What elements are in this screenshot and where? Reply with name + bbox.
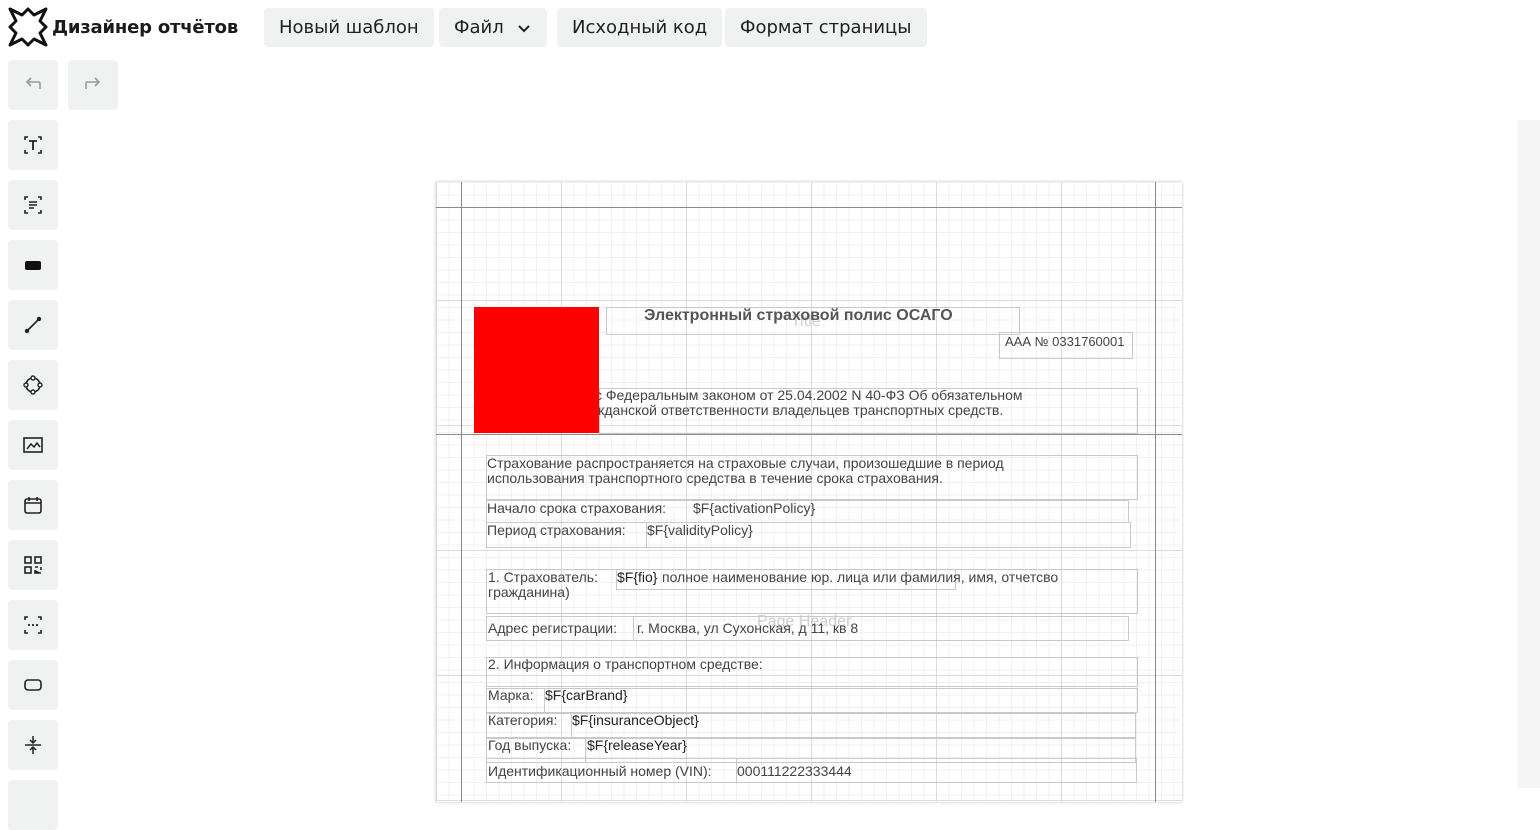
category-label: Категория: <box>488 712 558 728</box>
law-text-line1: с Федеральным законом от 25.04.2002 N 40… <box>595 387 1023 403</box>
year-label: Год выпуска: <box>488 737 572 753</box>
text-tool-button[interactable] <box>8 120 58 170</box>
policy-number: ААА № 0331760001 <box>1005 334 1125 349</box>
vin-value: 000111222333444 <box>737 763 852 779</box>
date-icon <box>24 497 42 514</box>
brand-label: Марка: <box>488 687 534 703</box>
app-title: Дизайнер отчётов <box>52 16 239 38</box>
source-code-button[interactable]: Исходный код <box>557 8 723 47</box>
insurer-hint: полное наименование юр. лица или фамилия… <box>662 569 1059 585</box>
insurer-value: $F{fio} <box>617 569 658 585</box>
address-label: Адрес регистрации: <box>488 620 618 636</box>
brand-value: $F{carBrand} <box>545 687 628 703</box>
undo-icon <box>25 77 41 89</box>
page-format-button[interactable]: Формат страницы <box>725 8 927 47</box>
shape-tool-button[interactable] <box>8 360 58 410</box>
file-menu-button[interactable]: Файл <box>439 8 547 47</box>
vin-label: Идентификационный номер (VIN): <box>488 763 712 779</box>
rectangle-icon <box>25 261 41 270</box>
law-text-line2: жданской ответственности владельцев тран… <box>595 402 1004 418</box>
file-menu-label: Файл <box>454 17 504 38</box>
qr-code-icon <box>24 556 42 574</box>
new-template-button[interactable]: Новый шаблон <box>264 8 434 47</box>
frame-icon <box>24 679 42 691</box>
insurer-label: 1. Страхователь: <box>488 569 598 585</box>
barcode-tool-button[interactable] <box>8 600 58 650</box>
coverage-line1: Страхование распространяется на страховы… <box>487 455 1004 471</box>
spacing-icon <box>25 736 41 754</box>
category-value: $F{insuranceObject} <box>572 712 699 728</box>
canvas-scrollbar[interactable] <box>1518 120 1540 788</box>
text-block-tool-button[interactable] <box>8 180 58 230</box>
image-icon <box>23 437 43 453</box>
policy-title: Электронный страховой полис ОСАГО <box>644 307 953 324</box>
barcode-icon <box>24 616 42 634</box>
image-tool-button[interactable] <box>8 420 58 470</box>
period-value: $F{validityPolicy} <box>647 522 753 538</box>
band-separator <box>436 434 1182 435</box>
address-value: г. Москва, ул Сухонская, д 11, кв 8 <box>637 620 859 636</box>
date-tool-button[interactable] <box>8 480 58 530</box>
brand-value-box[interactable] <box>544 688 1138 713</box>
year-value: $F{releaseYear} <box>587 737 687 753</box>
undo-button[interactable] <box>8 60 58 110</box>
frame-tool-button[interactable] <box>8 660 58 710</box>
shape-icon <box>23 375 43 395</box>
report-page-canvas[interactable]: Title Page Header Электронный страховой … <box>436 182 1182 802</box>
rectangle-tool-button[interactable] <box>8 240 58 290</box>
logo-icon <box>8 7 48 47</box>
chevron-down-icon <box>517 9 531 48</box>
app-logo[interactable]: Дизайнер отчётов <box>8 7 238 47</box>
qr-code-tool-button[interactable] <box>8 540 58 590</box>
period-label: Период страхования: <box>487 522 626 538</box>
insurer-hint-line2: гражданина) <box>488 584 570 600</box>
margin-guide-right <box>1155 182 1156 802</box>
text-block-icon <box>24 196 42 214</box>
line-tool-button[interactable] <box>8 300 58 350</box>
logo-placeholder-image[interactable] <box>474 307 599 433</box>
text-icon <box>24 136 42 154</box>
redo-icon <box>85 77 101 89</box>
start-label: Начало срока страхования: <box>487 500 667 516</box>
vehicle-header: 2. Информация о транспортном средстве: <box>488 656 763 672</box>
spacing-tool-button[interactable] <box>8 720 58 770</box>
margin-guide-top <box>436 207 1182 208</box>
start-value: $F{activationPolicy} <box>693 500 816 516</box>
coverage-line2: использования транспортного средства в т… <box>487 470 943 486</box>
margin-guide-left <box>461 182 462 802</box>
redo-button[interactable] <box>68 60 118 110</box>
line-icon <box>24 316 42 334</box>
